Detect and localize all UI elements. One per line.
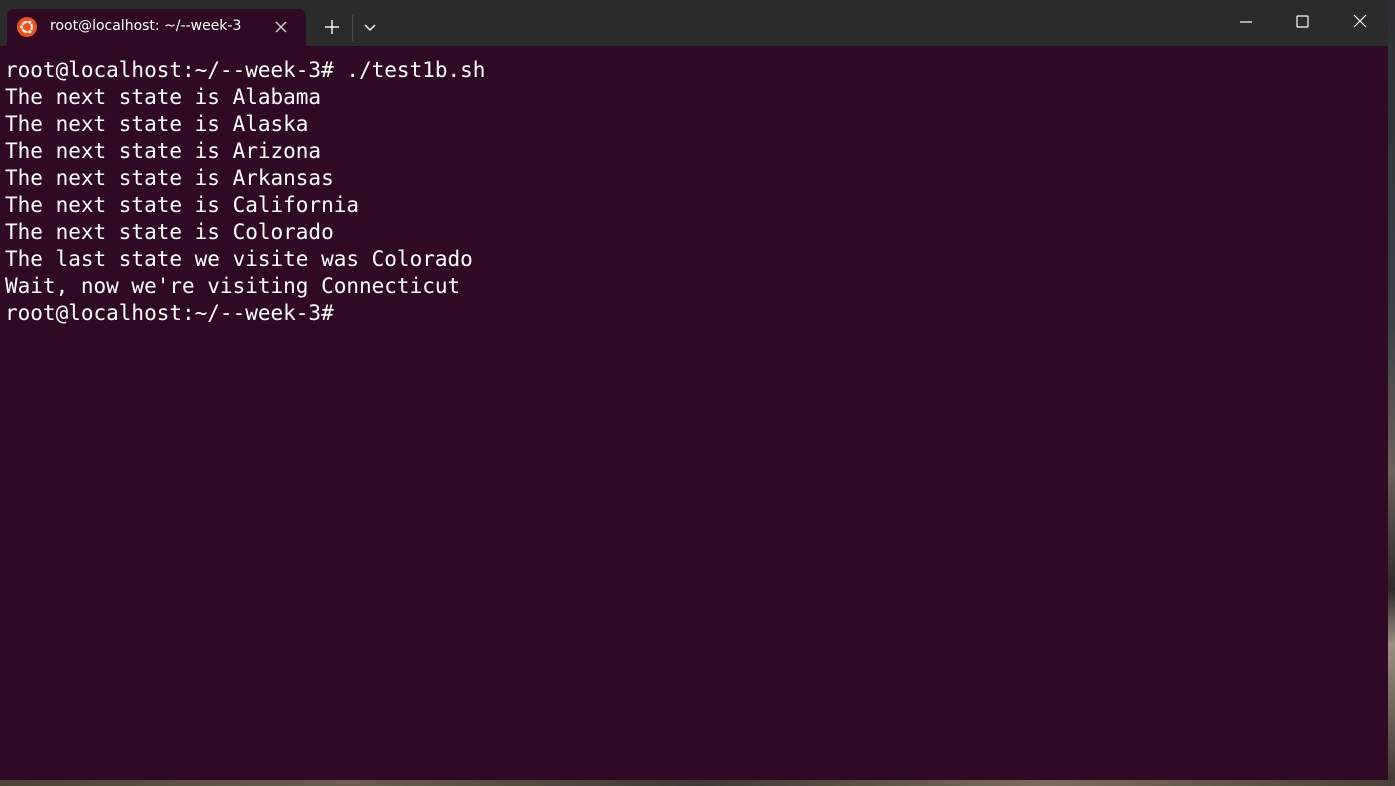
terminal-line: The last state we visite was Colorado <box>5 247 473 271</box>
chevron-down-icon[interactable] <box>356 14 384 40</box>
terminal-line: The next state is Alabama <box>5 85 322 109</box>
desktop-background-bottom <box>0 780 1395 786</box>
plus-icon[interactable] <box>317 14 347 40</box>
title-bar: root@localhost: ~/--week-3 <box>0 0 1388 46</box>
maximize-icon[interactable] <box>1274 0 1331 44</box>
terminal-window: root@localhost: ~/--week-3 root@localhos… <box>0 0 1388 780</box>
tab-terminal[interactable]: root@localhost: ~/--week-3 <box>7 9 306 46</box>
terminal-line: The next state is Arkansas <box>5 166 334 190</box>
terminal-line: The next state is Arizona <box>5 139 322 163</box>
tab-title: root@localhost: ~/--week-3 <box>50 18 242 34</box>
desktop-background-edge <box>1388 0 1395 786</box>
close-icon[interactable] <box>1331 0 1388 44</box>
terminal-line: The next state is California <box>5 193 360 217</box>
minimize-icon[interactable] <box>1217 0 1274 44</box>
terminal-line: The next state is Colorado <box>5 220 334 244</box>
terminal-line: The next state is Alaska <box>5 112 309 136</box>
terminal-output[interactable]: root@localhost:~/--week-3# ./test1b.sh T… <box>5 57 1383 775</box>
terminal-line: Wait, now we're visiting Connecticut <box>5 274 461 298</box>
terminal-line-command: root@localhost:~/--week-3# ./test1b.sh <box>5 58 486 82</box>
close-tab-icon[interactable] <box>271 17 291 37</box>
terminal-prompt[interactable]: root@localhost:~/--week-3# <box>5 300 1383 327</box>
tab-divider <box>352 15 353 41</box>
ubuntu-icon <box>17 17 37 37</box>
